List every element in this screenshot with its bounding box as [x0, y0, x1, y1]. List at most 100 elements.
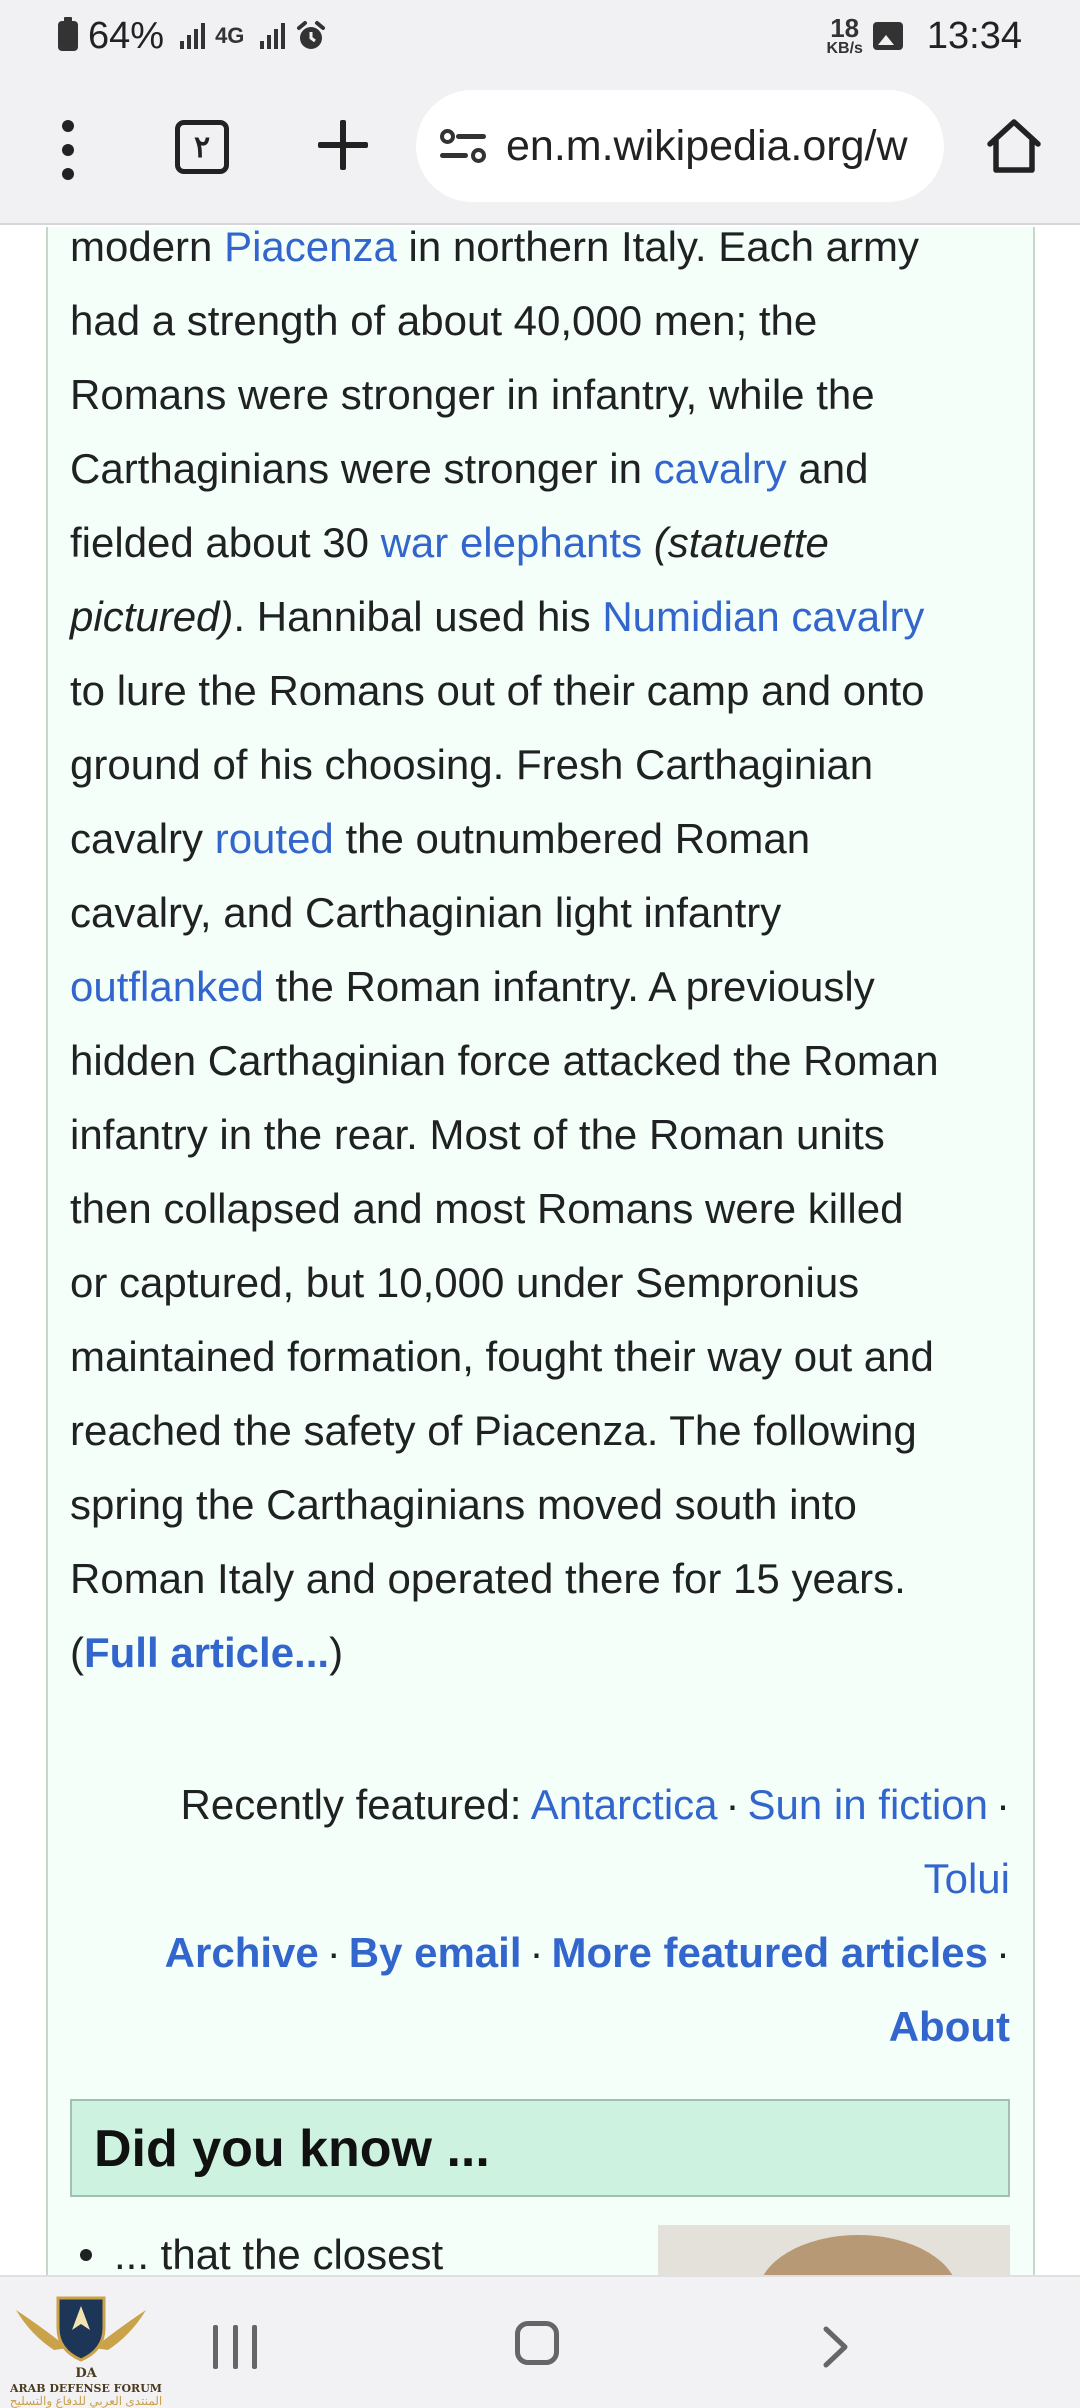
article-text: ground of his choosing. Fresh Carthagini… — [70, 741, 874, 788]
article-text: spring the Carthaginians moved south int… — [70, 1481, 857, 1528]
article-text: the outnumbered Roman — [333, 815, 811, 862]
article-line: hidden Carthaginian force attacked the R… — [70, 1024, 939, 1098]
article-line: cavalry routed the outnumbered Roman — [70, 802, 810, 876]
browser-toolbar: ٢ en.m.wikipedia.org/w — [0, 72, 1080, 225]
article-line: Roman Italy and operated there for 15 ye… — [70, 1542, 906, 1616]
article-text: ( — [70, 1629, 84, 1676]
address-bar[interactable]: en.m.wikipedia.org/w — [416, 90, 944, 202]
article-text: Carthaginians were stronger in — [70, 445, 654, 492]
article-line: spring the Carthaginians moved south int… — [70, 1468, 857, 1542]
article-text: infantry in the rear. Most of the Roman … — [70, 1111, 885, 1158]
site-settings-icon[interactable] — [440, 126, 488, 166]
article-line: pictured). Hannibal used his Numidian ca… — [70, 580, 924, 654]
arab-defense-forum-logo: DA ARAB DEFENSE FORUM المنتدى العربي للد… — [6, 2290, 162, 2408]
separator: · — [529, 1929, 544, 1976]
did-you-know-item-text: ... that the closest — [114, 2231, 444, 2275]
article-content: modern Piacenza in northern Italy. Each … — [0, 227, 1080, 2275]
article-text: (statuette — [653, 519, 829, 566]
network-speed: 18 KB/s — [826, 13, 863, 57]
link-sun-in-fiction[interactable]: Sun in fiction — [748, 1781, 988, 1828]
recently-featured: Recently featured: Antarctica · Sun in fic… — [181, 1768, 1010, 1842]
link-by-email[interactable]: By email — [349, 1929, 522, 1976]
tab-switcher-button[interactable]: ٢ — [175, 120, 229, 174]
article-link[interactable]: outflanked — [70, 963, 264, 1010]
did-you-know-header: Did you know ... — [70, 2099, 1010, 2197]
article-line: reached the safety of Piacenza. The foll… — [70, 1394, 917, 1468]
article-line: Carthaginians were stronger in cavalry a… — [70, 432, 868, 506]
article-line: or captured, but 10,000 under Sempronius — [70, 1246, 859, 1320]
article-text: cavalry, and Carthaginian light infantry — [70, 889, 782, 936]
article-text — [642, 519, 654, 566]
logo-arabic: المنتدى العربي للدفاع والتسليح — [9, 2394, 163, 2408]
article-text: the Roman infantry. A previously — [263, 963, 875, 1010]
new-tab-icon[interactable] — [318, 120, 368, 170]
article-text: or captured, but 10,000 under Sempronius — [70, 1259, 860, 1306]
battery-icon — [58, 17, 78, 51]
article-line: outflanked the Roman infantry. A previou… — [70, 950, 875, 1024]
signal-icon-2 — [260, 23, 286, 49]
article-text: had a strength of about 40,000 men; the — [70, 297, 818, 344]
bullet-icon — [80, 2249, 92, 2261]
article-line: fielded about 30 war elephants (statuett… — [70, 506, 829, 580]
separator: · — [996, 1929, 1010, 1976]
menu-icon[interactable] — [50, 120, 86, 180]
article-text: and — [786, 445, 869, 492]
article-text: ) — [329, 1629, 344, 1676]
network-type: 4G — [215, 23, 245, 49]
article-text: hidden Carthaginian force attacked the R… — [70, 1037, 939, 1084]
url-text[interactable]: en.m.wikipedia.org/w — [506, 122, 908, 171]
article-line: maintained formation, fought their way o… — [70, 1320, 934, 1394]
article-link[interactable]: Piacenza — [224, 227, 397, 270]
article-link[interactable]: cavalry — [654, 445, 787, 492]
clock: 13:34 — [926, 14, 1022, 57]
separator: · — [725, 1781, 740, 1828]
article-text: fielded about 30 — [70, 519, 381, 566]
home-icon[interactable] — [985, 117, 1043, 175]
article-text: pictured) — [70, 593, 234, 640]
article-text: . Hannibal used his — [233, 593, 603, 640]
article-text: Roman Italy and operated there for 15 ye… — [70, 1555, 906, 1602]
article-link[interactable]: Numidian cavalry — [602, 593, 924, 640]
article-line: had a strength of about 40,000 men; the — [70, 284, 817, 358]
article-line: (Full article...) — [70, 1616, 343, 1690]
separator: · — [996, 1781, 1010, 1828]
link-archive[interactable]: Archive — [165, 1929, 319, 1976]
link-tolui[interactable]: Tolui — [924, 1855, 1010, 1902]
article-line: cavalry, and Carthaginian light infantry — [70, 876, 781, 950]
signal-icon — [180, 23, 206, 49]
recents-button[interactable] — [213, 2325, 257, 2369]
article-text: in northern Italy. Each army — [396, 227, 919, 270]
article-link[interactable]: routed — [215, 815, 334, 862]
did-you-know-item: ... that the closest — [70, 2231, 443, 2275]
article-line: modern Piacenza in northern Italy. Each … — [70, 227, 919, 284]
battery-level: 64% — [88, 14, 165, 57]
article-text: to lure the Romans out of their camp and… — [70, 667, 925, 714]
link-more-featured-articles[interactable]: More featured articles — [552, 1929, 989, 1976]
did-you-know-title: Did you know ... — [94, 2120, 490, 2178]
article-text: then collapsed and most Romans were kill… — [70, 1185, 904, 1232]
article-line: Romans were stronger in infantry, while … — [70, 358, 875, 432]
did-you-know-image[interactable] — [658, 2225, 1010, 2275]
link-antarctica[interactable]: Antarctica — [531, 1781, 718, 1828]
back-button[interactable] — [820, 2325, 850, 2369]
article-line: ground of his choosing. Fresh Carthagini… — [70, 728, 873, 802]
recently-featured-cont: Tolui — [924, 1842, 1010, 1916]
logo-initials: DA — [75, 2366, 97, 2381]
article-text: Romans were stronger in infantry, while … — [70, 371, 875, 418]
article-text: cavalry — [70, 815, 215, 862]
featured-footer-links-cont: About — [889, 1990, 1010, 2064]
article-line: to lure the Romans out of their camp and… — [70, 654, 925, 728]
link-about[interactable]: About — [889, 2003, 1010, 2050]
article-line: infantry in the rear. Most of the Roman … — [70, 1098, 885, 1172]
featured-footer-links: Archive · By email · More featured articles · — [165, 1916, 1010, 1990]
tab-count: ٢ — [193, 130, 211, 164]
alarm-icon — [297, 21, 326, 49]
article-link[interactable]: Full article... — [84, 1629, 329, 1676]
recently-featured-label: Recently featured: — [180, 1781, 531, 1828]
image-notification-icon — [872, 22, 903, 50]
logo-emblem-icon — [16, 2296, 146, 2362]
article-line: then collapsed and most Romans were kill… — [70, 1172, 903, 1246]
article-text: modern — [70, 227, 225, 270]
article-link[interactable]: war elephants — [381, 519, 643, 566]
home-button[interactable] — [515, 2321, 559, 2365]
